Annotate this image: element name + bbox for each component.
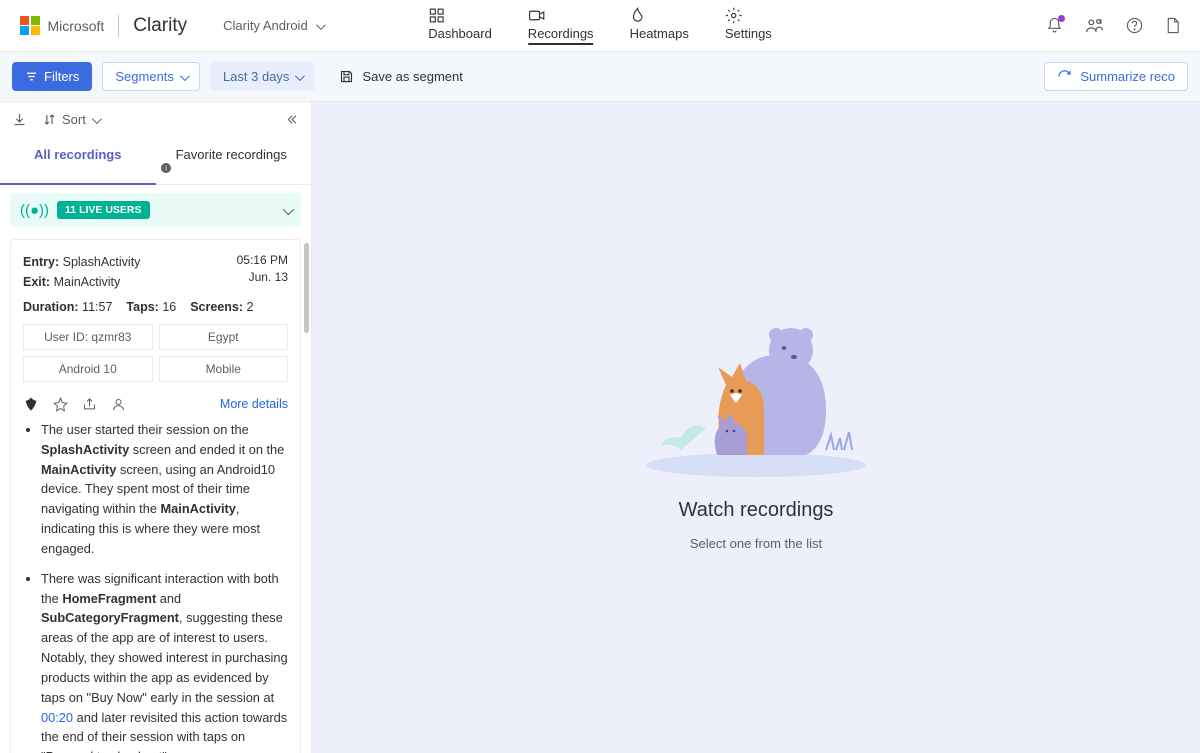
refresh-icon xyxy=(1057,69,1072,84)
empty-illustration xyxy=(626,305,886,485)
nav-recordings[interactable]: Recordings xyxy=(528,7,594,45)
chevron-down-icon xyxy=(295,69,302,84)
chevron-down-icon xyxy=(283,203,291,218)
nav-settings-label: Settings xyxy=(725,26,772,41)
summarize-button[interactable]: Summarize reco xyxy=(1044,62,1188,91)
segments-button[interactable]: Segments xyxy=(102,62,200,91)
nav-recordings-label: Recordings xyxy=(528,26,594,45)
cell-country[interactable]: Egypt xyxy=(159,324,289,350)
recording-card[interactable]: Entry: SplashActivity Exit: MainActivity… xyxy=(10,239,301,753)
chevron-down-icon xyxy=(180,69,187,84)
live-users-bar[interactable]: ((●)) 11 LIVE USERS xyxy=(10,193,301,227)
recordings-list[interactable]: Entry: SplashActivity Exit: MainActivity… xyxy=(0,233,311,753)
filters-button[interactable]: Filters xyxy=(12,62,92,91)
sidebar-tools: Sort xyxy=(0,102,311,137)
star-icon[interactable] xyxy=(53,397,68,412)
top-header: Microsoft Clarity Clarity Android Dashbo… xyxy=(0,0,1200,52)
download-icon[interactable] xyxy=(12,112,27,127)
save-icon xyxy=(339,69,354,84)
empty-subtitle: Select one from the list xyxy=(690,536,822,551)
nav-heatmaps-label: Heatmaps xyxy=(630,26,689,41)
timestamp-link[interactable]: 00:20 xyxy=(41,710,73,725)
notification-bell-icon[interactable] xyxy=(1046,17,1063,34)
card-meta: Entry: SplashActivity Exit: MainActivity xyxy=(23,252,140,292)
card-timestamp: 05:16 PM Jun. 13 xyxy=(237,252,288,286)
divider xyxy=(118,15,119,37)
recordings-sidebar: Sort All recordings Favorite recordings … xyxy=(0,102,312,753)
summarize-label: Summarize reco xyxy=(1080,69,1175,84)
empty-title: Watch recordings xyxy=(679,499,834,522)
project-selector[interactable]: Clarity Android xyxy=(223,18,323,33)
nav-dashboard[interactable]: Dashboard xyxy=(428,7,492,45)
chevron-down-icon xyxy=(92,112,99,127)
nav-settings[interactable]: Settings xyxy=(725,7,772,45)
filter-icon xyxy=(25,70,38,83)
recording-tabs: All recordings Favorite recordings i xyxy=(0,137,311,185)
nav-dashboard-label: Dashboard xyxy=(428,26,492,41)
tab-all-label: All recordings xyxy=(34,147,121,162)
notification-dot-icon xyxy=(1058,15,1065,22)
cell-os[interactable]: Android 10 xyxy=(23,356,153,382)
flame-icon xyxy=(630,7,689,24)
save-segment-button[interactable]: Save as segment xyxy=(339,69,462,84)
main-nav: Dashboard Recordings Heatmaps Settings xyxy=(428,7,772,45)
people-icon[interactable] xyxy=(1085,17,1104,34)
ai-icon[interactable] xyxy=(23,396,39,412)
more-details-link[interactable]: More details xyxy=(220,397,288,411)
live-users-chip: 11 LIVE USERS xyxy=(57,201,149,219)
daterange-label: Last 3 days xyxy=(223,69,290,84)
filter-bar: Filters Segments Last 3 days Save as seg… xyxy=(0,52,1200,102)
ai-insights: The user started their session on the Sp… xyxy=(23,420,288,753)
tab-all-recordings[interactable]: All recordings xyxy=(0,137,156,185)
cell-user[interactable]: User ID: qzmr83 xyxy=(23,324,153,350)
tab-fav-label: Favorite recordings xyxy=(176,147,287,162)
insight-item: The user started their session on the Sp… xyxy=(41,420,288,559)
dashboard-icon xyxy=(428,7,492,24)
sort-button[interactable]: Sort xyxy=(43,112,99,127)
sort-icon xyxy=(43,113,56,126)
card-grid: User ID: qzmr83 Egypt Android 10 Mobile xyxy=(23,324,288,382)
segments-label: Segments xyxy=(115,69,174,84)
daterange-button[interactable]: Last 3 days xyxy=(210,62,316,91)
brand-label[interactable]: Clarity xyxy=(133,15,187,37)
share-icon[interactable] xyxy=(82,397,97,412)
cell-device[interactable]: Mobile xyxy=(159,356,289,382)
scrollbar-thumb[interactable] xyxy=(304,243,309,333)
card-stats: Duration: 11:57 Taps: 16 Screens: 2 xyxy=(23,300,288,314)
info-icon: i xyxy=(160,162,308,174)
sort-label: Sort xyxy=(62,112,86,127)
help-icon[interactable] xyxy=(1126,17,1143,34)
microsoft-logo[interactable]: Microsoft xyxy=(20,16,104,36)
filters-label: Filters xyxy=(44,69,79,84)
nav-heatmaps[interactable]: Heatmaps xyxy=(630,7,689,45)
insight-item: There was significant interaction with b… xyxy=(41,569,288,753)
gear-icon xyxy=(725,7,772,24)
card-actions: More details xyxy=(23,396,288,412)
live-pulse-icon: ((●)) xyxy=(20,202,49,219)
chevron-down-icon xyxy=(316,18,323,33)
save-segment-label: Save as segment xyxy=(362,69,462,84)
collapse-icon[interactable] xyxy=(284,112,299,127)
header-actions xyxy=(1046,17,1180,34)
video-icon xyxy=(528,7,594,24)
document-icon[interactable] xyxy=(1165,17,1180,34)
user-icon[interactable] xyxy=(111,397,126,412)
content-area: Watch recordings Select one from the lis… xyxy=(312,102,1200,753)
main-layout: Sort All recordings Favorite recordings … xyxy=(0,102,1200,753)
microsoft-label: Microsoft xyxy=(48,18,105,34)
project-name: Clarity Android xyxy=(223,18,308,33)
microsoft-icon xyxy=(20,16,40,36)
tab-favorite-recordings[interactable]: Favorite recordings i xyxy=(156,137,312,185)
